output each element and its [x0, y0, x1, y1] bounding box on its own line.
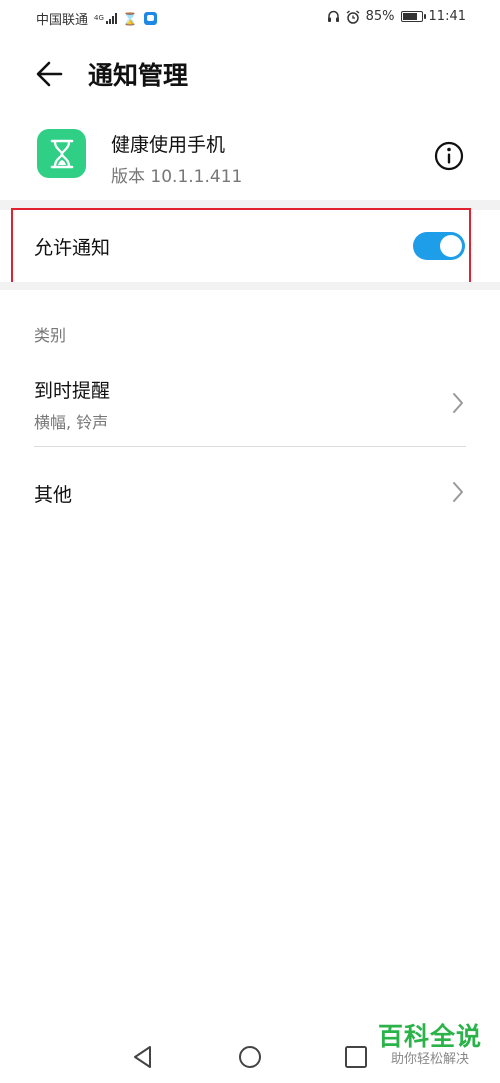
battery-icon: [400, 11, 426, 22]
app-version: 版本 10.1.1.411: [111, 167, 243, 187]
app-info-button[interactable]: [433, 140, 465, 172]
app-icon: [37, 129, 86, 178]
allow-notifications-row[interactable]: 允许通知: [0, 210, 500, 282]
alarm-icon: [346, 9, 360, 24]
allow-notifications-label: 允许通知: [34, 237, 111, 259]
hourglass-icon: ⌛: [122, 11, 138, 26]
clock: 11:41: [428, 9, 466, 24]
battery-percent: 85%: [365, 9, 395, 24]
info-circle-icon: [434, 141, 464, 171]
nav-home-icon: [239, 1046, 261, 1068]
section-gap: [0, 282, 500, 290]
signal-icon: [105, 13, 117, 24]
hourglass-icon: [50, 139, 73, 168]
toggle-knob: [440, 235, 462, 257]
watermark-title: 百科全说: [377, 1022, 482, 1051]
item-title: 到时提醒: [34, 380, 111, 402]
arrow-left-icon: [36, 61, 63, 87]
back-button[interactable]: [30, 54, 70, 94]
category-section-label: 类别: [34, 326, 67, 345]
nav-recents-button[interactable]: [343, 1044, 369, 1070]
chevron-right-icon: [453, 482, 463, 502]
chevron-right-icon: [453, 393, 463, 413]
watermark: 百科全说 助你轻松解决: [374, 1022, 486, 1068]
status-bar-left: 中国联通 4G ⌛: [36, 9, 157, 28]
network-type: 4G: [94, 14, 104, 22]
message-app-icon: [143, 12, 157, 25]
allow-notifications-toggle[interactable]: [413, 232, 465, 260]
list-item-other[interactable]: 其他: [0, 447, 500, 537]
list-item-reminder[interactable]: 到时提醒 横幅, 铃声: [0, 362, 500, 446]
nav-home-button[interactable]: [237, 1044, 263, 1070]
page-title: 通知管理: [88, 61, 189, 90]
watermark-subtitle: 助你轻松解决: [390, 1052, 469, 1067]
carrier-name: 中国联通: [36, 13, 89, 28]
header: 通知管理: [0, 44, 500, 102]
battery-fill: [402, 13, 417, 20]
nav-back-icon: [134, 1046, 151, 1068]
status-bar-right: 85% 11:41: [327, 9, 466, 24]
headset-icon: [327, 10, 339, 22]
app-info-card: 健康使用手机 版本 10.1.1.411: [0, 118, 500, 200]
item-title: 其他: [34, 484, 73, 506]
section-gap: [0, 200, 500, 210]
nav-back-button[interactable]: [130, 1044, 156, 1070]
nav-recents-icon: [345, 1046, 367, 1068]
status-bar: 中国联通 4G ⌛ 85% 11:41: [0, 0, 500, 36]
item-subtitle: 横幅, 铃声: [34, 413, 109, 432]
app-name: 健康使用手机: [111, 134, 226, 156]
